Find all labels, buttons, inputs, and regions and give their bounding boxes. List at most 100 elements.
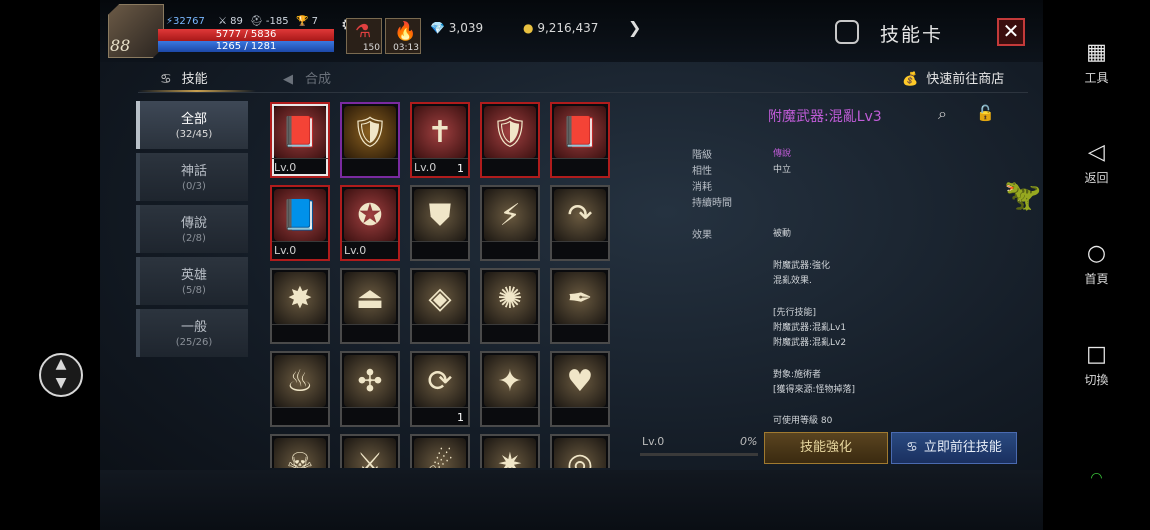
skill-card-level xyxy=(412,241,468,259)
skill-card[interactable]: 📘 Lv.0 xyxy=(270,185,330,261)
category-hero[interactable]: 英雄 (5/8) xyxy=(136,257,248,305)
joystick-button[interactable]: ▲ ▼ xyxy=(39,353,83,397)
category-normal[interactable]: 一般 (25/26) xyxy=(136,309,248,357)
quick-shop-link[interactable]: 💰 快速前往商店 xyxy=(902,68,1004,87)
skill-title: 附魔武器:混亂Lv3 xyxy=(768,109,882,125)
skill-card-level xyxy=(552,241,608,259)
page-title: 技能卡 xyxy=(880,24,944,46)
skill-card[interactable]: ⛊ xyxy=(410,185,470,261)
chevron-right-icon[interactable]: ❯ xyxy=(628,18,641,37)
skill-card[interactable]: ☠ xyxy=(270,434,330,468)
skill-card[interactable]: ⚔ xyxy=(340,434,400,468)
game-screen: 88 ⚡32767 ⚔ 89 ⛑ -185 🏆 7 5777 / 5836 12… xyxy=(100,0,1043,530)
skill-card[interactable]: ✷ xyxy=(480,434,540,468)
skill-card[interactable]: ✺ xyxy=(480,268,540,344)
nav-tools-label: 工具 xyxy=(1084,71,1109,85)
gold-counter: ● 9,216,437 xyxy=(523,21,598,35)
trophy-value: 7 xyxy=(311,16,319,27)
skill-card[interactable]: ✣ xyxy=(340,351,400,427)
skill-card[interactable]: ♥ xyxy=(550,351,610,427)
desc-line-2: 混亂效果. xyxy=(773,276,812,286)
scroll-slot[interactable]: 🔥 03:13 xyxy=(385,18,421,54)
skill-card[interactable]: ✝ Lv.0 1 xyxy=(410,102,470,178)
back-triangle-icon: ◁ xyxy=(1088,140,1105,165)
skill-card-level xyxy=(482,324,538,342)
nav-home[interactable]: ○ 首頁 xyxy=(1043,241,1150,287)
skill-card-icon: ✝ xyxy=(414,106,466,158)
progress-level: Lv.0 xyxy=(642,435,665,448)
progress-bar xyxy=(640,453,758,456)
category-count: (0/3) xyxy=(182,181,206,192)
gold-value: 9,216,437 xyxy=(537,21,599,35)
prerequisite-header: [先行技能] xyxy=(773,308,817,318)
skill-card[interactable]: ♨ xyxy=(270,351,330,427)
skill-card-icon: ◈ xyxy=(414,272,466,324)
skill-card-icon: ✦ xyxy=(484,355,536,407)
skill-swirl-icon: ♋ xyxy=(906,440,918,455)
tab-synthesis[interactable]: ◀ 合成 xyxy=(283,68,331,87)
tab-skills-label: 技能 xyxy=(181,72,208,87)
skill-card[interactable]: 🛡 xyxy=(480,102,540,178)
skill-card[interactable]: ◈ xyxy=(410,268,470,344)
skill-card[interactable]: ✦ xyxy=(480,351,540,427)
desc-line-1: 附魔武器:強化 xyxy=(773,261,831,271)
money-bag-icon: 💰 xyxy=(902,72,919,87)
attack-value: 89 xyxy=(230,16,243,27)
nav-tools[interactable]: ▦ 工具 xyxy=(1043,40,1150,86)
skill-card[interactable]: ✪ Lv.0 xyxy=(340,185,400,261)
category-all[interactable]: 全部 (32/45) xyxy=(136,101,248,149)
prerequisite-2: 附魔武器:混亂Lv2 xyxy=(773,338,847,348)
search-icon[interactable]: ⌕ xyxy=(938,104,947,124)
wifi-icon: ◠ xyxy=(1090,470,1103,486)
category-count: (25/26) xyxy=(175,337,213,348)
enhance-button[interactable]: 技能強化 xyxy=(764,432,888,464)
skill-card-level xyxy=(482,407,538,425)
skill-card[interactable]: ◎ xyxy=(550,434,610,468)
skill-card-icon: ☄ xyxy=(414,438,466,468)
square-icon: □ xyxy=(1086,342,1107,367)
player-level: 88 xyxy=(110,36,131,55)
nav-home-label: 首頁 xyxy=(1084,272,1109,286)
skill-card-icon: ✷ xyxy=(484,438,536,468)
goto-skill-button[interactable]: ♋ 立即前往技能 xyxy=(891,432,1017,464)
defense-stat: ⛑ -185 xyxy=(250,16,289,27)
nav-back[interactable]: ◁ 返回 xyxy=(1043,140,1150,186)
scroll-timer: 03:13 xyxy=(393,43,419,53)
skill-card[interactable]: ☄ xyxy=(410,434,470,468)
skill-card[interactable]: ↷ xyxy=(550,185,610,261)
grid-icon: ▦ xyxy=(1086,40,1107,65)
tab-skills[interactable]: ♋ 技能 xyxy=(160,68,208,87)
grade-value: 傳說 xyxy=(773,149,792,159)
skill-card-level xyxy=(552,407,608,425)
skill-card-icon: ✸ xyxy=(274,272,326,324)
skill-card[interactable]: ⟳ 1 xyxy=(410,351,470,427)
skill-card[interactable]: ⏏ xyxy=(340,268,400,344)
skill-card-level xyxy=(342,158,398,176)
trophy-stat: 🏆 7 xyxy=(296,16,319,27)
skill-card-icon: 📕 xyxy=(554,106,606,158)
skill-card[interactable]: 📕 Lv.0 xyxy=(270,102,330,178)
gem-icon: 💎 xyxy=(430,21,445,35)
skill-card-icon xyxy=(835,20,859,44)
dino-mascot-icon[interactable]: 🦖 xyxy=(1004,178,1041,213)
close-button[interactable]: ✕ xyxy=(997,18,1025,46)
category-mythic[interactable]: 神話 (0/3) xyxy=(136,153,248,201)
category-legendary[interactable]: 傳說 (2/8) xyxy=(136,205,248,253)
skill-card[interactable]: ✒ xyxy=(550,268,610,344)
skill-card-icon: 🛡 xyxy=(484,106,536,158)
category-name: 英雄 xyxy=(180,268,207,283)
skill-card-icon: 🛡 xyxy=(344,106,396,158)
skill-card[interactable]: ✸ xyxy=(270,268,330,344)
category-name: 傳說 xyxy=(180,216,207,231)
potion-slot[interactable]: ⚗ 150 xyxy=(346,18,382,54)
category-count: (32/45) xyxy=(175,129,213,140)
skill-card[interactable]: ⚡ xyxy=(480,185,540,261)
nav-switch[interactable]: □ 切換 xyxy=(1043,342,1150,388)
unlock-icon[interactable]: 🔓 xyxy=(976,104,995,122)
skill-card-grid: 📕 Lv.0 🛡 ✝ Lv.0 1 🛡 📕 📘 Lv.0 ✪ Lv.0 ⛊ ⚡ ↷ ✸ ⏏ ◈ ✺ ✒ ♨ ✣ ⟳ 1 ✦ ♥ ☠ ⚔… xyxy=(270,102,620,468)
category-name: 一般 xyxy=(180,320,207,335)
skill-card[interactable]: 📕 xyxy=(550,102,610,178)
effect-label: 效果 xyxy=(692,230,712,241)
category-count: (2/8) xyxy=(182,233,206,244)
skill-card[interactable]: 🛡 xyxy=(340,102,400,178)
